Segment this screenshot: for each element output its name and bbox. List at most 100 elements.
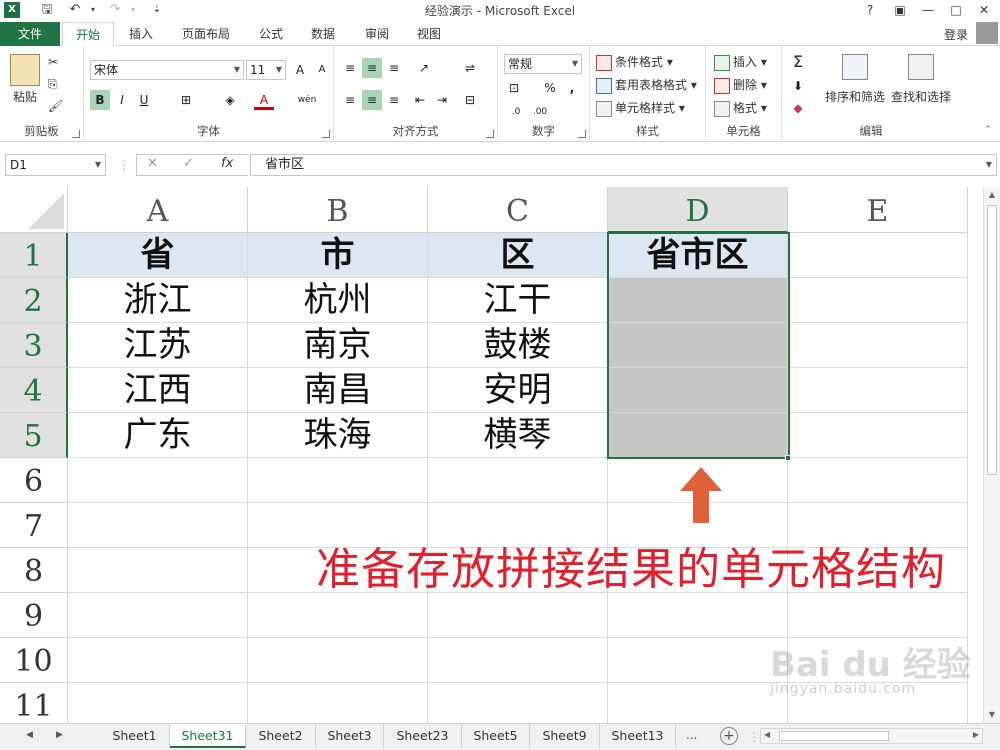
cell-d1[interactable]: 省市区 [608,233,788,278]
cell-empty[interactable] [608,593,788,638]
align-bottom-icon[interactable]: ≡ [384,58,404,78]
column-header-b[interactable]: B [248,187,428,233]
cell-a3[interactable]: 江苏 [68,323,248,368]
format-as-table-button[interactable]: 套用表格格式 ▾ [596,75,697,95]
cell-empty[interactable] [68,683,248,723]
autosum-button[interactable]: Σ [788,52,808,72]
row-header-7[interactable]: 7 [0,503,68,548]
increase-decimal-icon[interactable]: .0 [506,102,526,122]
tab-formulas[interactable]: 公式 [250,22,292,46]
cell-d5[interactable] [608,413,788,458]
sheet-tab-sheet23[interactable]: Sheet23 [384,724,462,748]
cell-empty[interactable] [428,638,608,683]
cell-c1[interactable]: 区 [428,233,608,278]
cell-empty[interactable] [68,503,248,548]
cell-c2[interactable]: 江干 [428,278,608,323]
wrap-text-icon[interactable]: ⇌ [460,58,480,78]
cell-empty[interactable] [608,638,788,683]
comma-button[interactable]: , [562,78,582,98]
cell-empty[interactable] [68,458,248,503]
conditional-format-button[interactable]: 条件格式 ▾ [596,52,673,72]
collapse-ribbon-icon[interactable]: ⌃ [984,125,992,135]
enter-icon[interactable]: ✓ [183,156,194,171]
scroll-up-icon[interactable]: ▲ [984,187,1000,203]
phonetic-button[interactable]: wén [294,90,320,110]
sheet-tab-sheet9[interactable]: Sheet9 [530,724,600,748]
ribbon-display-button[interactable]: ▣ [888,0,912,20]
clear-icon[interactable]: ◆ [788,98,808,118]
format-painter-icon[interactable]: 🖌 [48,96,63,116]
prev-sheet-icon[interactable]: ◀ [26,730,33,740]
cell-b5[interactable]: 珠海 [248,413,428,458]
cell-styles-button[interactable]: 单元格样式 ▾ [596,98,685,118]
formula-input[interactable]: 省市区 ▼ [250,154,997,176]
minimize-button[interactable]: — [916,0,940,20]
font-launcher-icon[interactable] [322,130,330,138]
tab-splitter-icon[interactable]: ⋮ [748,730,760,744]
close-button[interactable]: ✕ [972,0,996,20]
fill-icon[interactable]: ⬇ [788,76,808,96]
orientation-icon[interactable]: ↗ [414,58,434,78]
select-all-button[interactable] [0,187,68,233]
decrease-indent-icon[interactable]: ⇤ [410,90,430,110]
scroll-left-icon[interactable]: ◀ [764,730,770,739]
row-header-3[interactable]: 3 [0,323,68,368]
row-header-1[interactable]: 1 [0,233,68,278]
cell-e2[interactable] [788,278,968,323]
delete-cells-button[interactable]: 删除 ▾ [714,75,767,95]
increase-indent-icon[interactable]: ⇥ [432,90,452,110]
insert-function-icon[interactable]: fx [221,156,233,171]
cell-empty[interactable] [248,593,428,638]
vertical-scroll-thumb[interactable] [987,205,997,475]
cell-e4[interactable] [788,368,968,413]
cell-empty[interactable] [788,593,968,638]
align-top-icon[interactable]: ≡ [340,58,360,78]
tab-review[interactable]: 审阅 [356,22,398,46]
maximize-button[interactable]: □ [944,0,968,20]
scroll-right-icon[interactable]: ▶ [973,730,979,739]
column-header-c[interactable]: C [428,187,608,233]
add-sheet-button[interactable]: + [720,727,738,745]
row-header-9[interactable]: 9 [0,593,68,638]
merge-center-icon[interactable]: ⊟ [460,90,480,110]
cell-a4[interactable]: 江西 [68,368,248,413]
align-left-icon[interactable]: ≡ [340,90,360,110]
cell-empty[interactable] [788,458,968,503]
find-select-icon[interactable] [908,54,934,80]
cell-empty[interactable] [68,593,248,638]
row-header-10[interactable]: 10 [0,638,68,683]
tab-page-layout[interactable]: 页面布局 [170,22,242,46]
column-header-e[interactable]: E [788,187,968,233]
sheet-tab-sheet31[interactable]: Sheet31 [170,724,246,748]
cell-e1[interactable] [788,233,968,278]
more-sheets-button[interactable]: ... [686,728,697,742]
align-center-icon[interactable]: ≡ [362,90,382,110]
cell-empty[interactable] [428,683,608,723]
cell-c3[interactable]: 鼓楼 [428,323,608,368]
next-sheet-icon[interactable]: ▶ [56,730,63,740]
cell-c5[interactable]: 横琴 [428,413,608,458]
cell-empty[interactable] [68,638,248,683]
shrink-font-button[interactable]: A [312,60,332,80]
row-header-2[interactable]: 2 [0,278,68,323]
cell-empty[interactable] [608,683,788,723]
number-launcher-icon[interactable] [578,130,586,138]
row-header-6[interactable]: 6 [0,458,68,503]
horizontal-scroll-thumb[interactable] [779,731,889,741]
avatar[interactable] [976,22,998,44]
cell-a2[interactable]: 浙江 [68,278,248,323]
sheet-tab-sheet3[interactable]: Sheet3 [316,724,384,748]
decrease-decimal-icon[interactable]: .00 [530,102,550,122]
insert-cells-button[interactable]: 插入 ▾ [714,52,767,72]
name-box[interactable]: D1 ▼ [5,154,106,176]
cell-d4[interactable] [608,368,788,413]
cell-empty[interactable] [68,548,248,593]
fill-color-icon[interactable]: ◈ [220,90,240,110]
row-header-8[interactable]: 8 [0,548,68,593]
horizontal-scrollbar[interactable]: ◀ ▶ [760,728,983,744]
sort-filter-label[interactable]: 排序和筛选 [820,88,890,105]
help-button[interactable]: ? [858,0,882,20]
grow-font-button[interactable]: A [290,60,310,80]
cell-b4[interactable]: 南昌 [248,368,428,413]
cell-empty[interactable] [248,458,428,503]
